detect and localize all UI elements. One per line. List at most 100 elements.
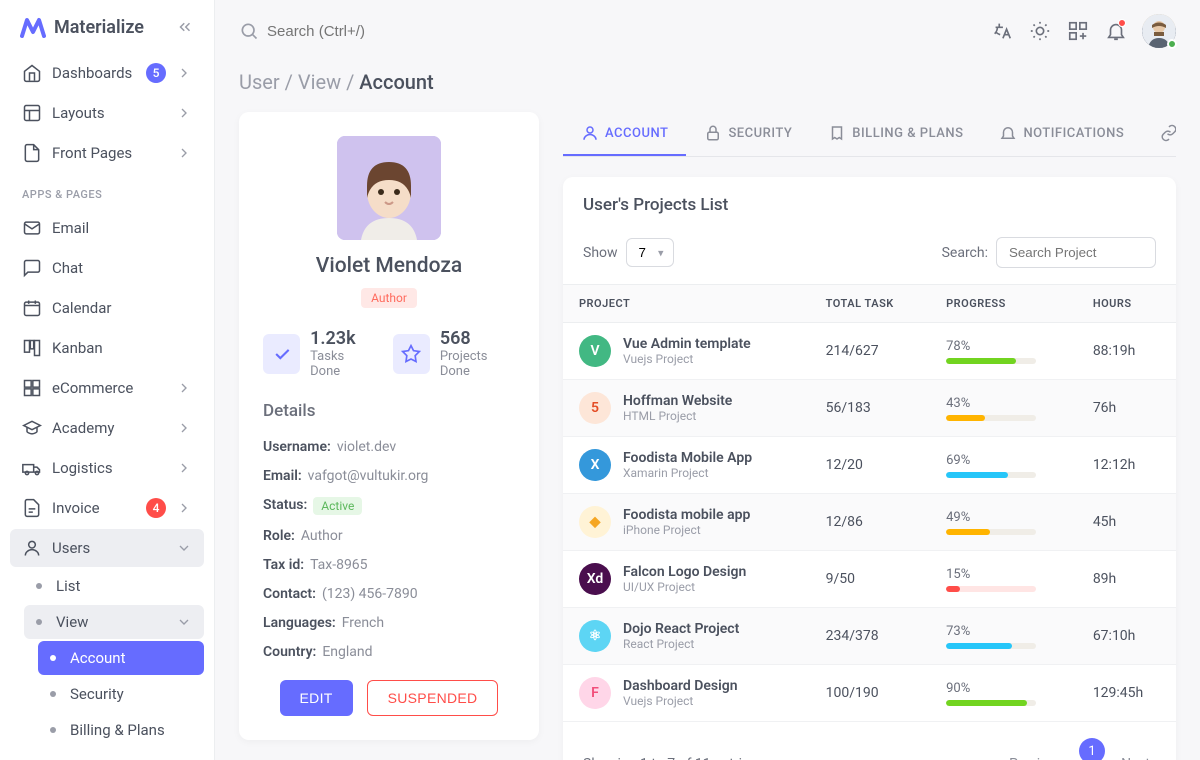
chevron-icon	[176, 460, 192, 476]
topbar	[215, 0, 1200, 62]
project-icon: V	[579, 335, 611, 367]
language-icon[interactable]	[990, 19, 1014, 43]
brand-name: Materialize	[54, 17, 144, 38]
edit-button[interactable]: EDIT	[280, 680, 353, 716]
stat-tasks: 1.23kTasks Done	[263, 328, 373, 379]
detail-value: French	[342, 615, 384, 631]
project-search-input[interactable]	[996, 237, 1156, 268]
nav-item-front-pages[interactable]: Front Pages	[10, 134, 204, 172]
project-name[interactable]: Foodista Mobile App	[623, 450, 752, 466]
tab-connections[interactable]: CONNECTIONS	[1142, 112, 1176, 156]
status-chip: Active	[313, 497, 362, 515]
nav-label: Front Pages	[52, 144, 166, 162]
tab-account[interactable]: ACCOUNT	[563, 112, 686, 156]
nav-icon	[22, 418, 42, 438]
nav-item-ecommerce[interactable]: eCommerce	[10, 369, 204, 407]
table-row: FDashboard DesignVuejs Project 100/190 9…	[563, 665, 1176, 722]
nav-item-security[interactable]: Security	[38, 677, 204, 711]
page-1[interactable]: 1	[1079, 738, 1105, 760]
nav-label: Calendar	[52, 299, 192, 317]
avatar-online-dot	[1167, 39, 1177, 49]
tab-label: BILLING & PLANS	[852, 126, 963, 141]
progress-bar	[946, 415, 1036, 421]
nav-item-list[interactable]: List	[24, 569, 204, 603]
breadcrumb-user[interactable]: User	[239, 70, 280, 94]
detail-value: Author	[301, 528, 343, 544]
tab-billing-plans[interactable]: BILLING & PLANS	[810, 112, 981, 156]
notifications-icon[interactable]	[1104, 19, 1128, 43]
project-name[interactable]: Dashboard Design	[623, 678, 738, 694]
column-header[interactable]: PROGRESS	[930, 285, 1077, 323]
tab-security[interactable]: SECURITY	[686, 112, 810, 156]
show-select[interactable]: 7	[626, 238, 674, 267]
nav-item-account[interactable]: Account	[38, 641, 204, 675]
global-search[interactable]	[239, 21, 978, 41]
nav-item-logistics[interactable]: Logistics	[10, 449, 204, 487]
table-row: ◆Foodista mobile appiPhone Project 12/86…	[563, 494, 1176, 551]
sidebar-collapse-button[interactable]	[176, 18, 194, 36]
tab-notifications[interactable]: NOTIFICATIONS	[981, 112, 1142, 156]
detail-row: Tax id:Tax-8965	[263, 557, 515, 573]
nav-item-view[interactable]: View	[24, 605, 204, 639]
chevron-icon	[176, 420, 192, 436]
nav-item-kanban[interactable]: Kanban	[10, 329, 204, 367]
pagination-prev[interactable]: Previous	[1003, 752, 1069, 760]
project-icon: F	[579, 677, 611, 709]
user-avatar[interactable]	[1142, 14, 1176, 48]
apps-icon[interactable]	[1066, 19, 1090, 43]
progress-percent: 49%	[946, 510, 1061, 525]
nav-item-users[interactable]: Users	[10, 529, 204, 567]
detail-label: Tax id:	[263, 557, 304, 573]
column-header[interactable]: PROJECT	[563, 285, 810, 323]
progress-bar	[946, 472, 1036, 478]
notification-dot	[1118, 19, 1126, 27]
table-row: XFoodista Mobile AppXamarin Project 12/2…	[563, 437, 1176, 494]
detail-value: England	[322, 644, 372, 660]
nav-item-academy[interactable]: Academy	[10, 409, 204, 447]
projects-title: User's Projects List	[563, 177, 1176, 233]
nav-item-email[interactable]: Email	[10, 209, 204, 247]
nav-item-invoice[interactable]: Invoice4	[10, 489, 204, 527]
chevron-icon	[176, 105, 192, 121]
nav-icon	[22, 378, 42, 398]
brand-logo[interactable]: Materialize	[20, 16, 168, 38]
nav-item-billing-&-plans[interactable]: Billing & Plans	[38, 713, 204, 747]
nav-item-chat[interactable]: Chat	[10, 249, 204, 287]
project-name[interactable]: Vue Admin template	[623, 336, 751, 352]
table-row: VVue Admin templateVuejs Project 214/627…	[563, 323, 1176, 380]
table-row: XdFalcon Logo DesignUI/UX Project 9/50 1…	[563, 551, 1176, 608]
column-header[interactable]: HOURS	[1077, 285, 1176, 323]
nav-section-apps: APPS & PAGES	[10, 174, 204, 209]
nav-item-dashboards[interactable]: Dashboards5	[10, 54, 204, 92]
pagination-next[interactable]: Next	[1115, 752, 1156, 760]
stat-tasks-value: 1.23k	[310, 328, 373, 349]
project-name[interactable]: Hoffman Website	[623, 393, 732, 409]
hours: 12:12h	[1077, 437, 1176, 494]
stat-projects-value: 568	[440, 328, 515, 349]
nav-item-calendar[interactable]: Calendar	[10, 289, 204, 327]
dot-icon	[36, 583, 42, 589]
breadcrumb-view[interactable]: View	[298, 70, 341, 94]
project-name[interactable]: Falcon Logo Design	[623, 564, 746, 580]
project-name[interactable]: Foodista mobile app	[623, 507, 750, 523]
progress-bar	[946, 358, 1036, 364]
nav-icon	[22, 458, 42, 478]
chevron-icon	[176, 380, 192, 396]
theme-icon[interactable]	[1028, 19, 1052, 43]
projects-table: PROJECTTOTAL TASKPROGRESSHOURS V Vue Admi…	[563, 284, 1176, 722]
table-row: ⚛Dojo React ProjectReact Project 234/378…	[563, 608, 1176, 665]
nav-item-layouts[interactable]: Layouts	[10, 94, 204, 132]
project-subtitle: UI/UX Project	[623, 580, 746, 594]
project-name[interactable]: Dojo React Project	[623, 621, 739, 637]
stat-projects-label: Projects Done	[440, 349, 515, 379]
nav-label: eCommerce	[52, 379, 166, 397]
nav-label: Chat	[52, 259, 192, 277]
progress-percent: 90%	[946, 681, 1061, 696]
nav-icon	[22, 143, 42, 163]
suspend-button[interactable]: SUSPENDED	[367, 680, 499, 716]
chevron-icon	[176, 65, 192, 81]
column-header[interactable]: TOTAL TASK	[810, 285, 930, 323]
search-input[interactable]	[267, 23, 467, 40]
tab-label: NOTIFICATIONS	[1023, 126, 1124, 141]
dot-icon	[50, 691, 56, 697]
